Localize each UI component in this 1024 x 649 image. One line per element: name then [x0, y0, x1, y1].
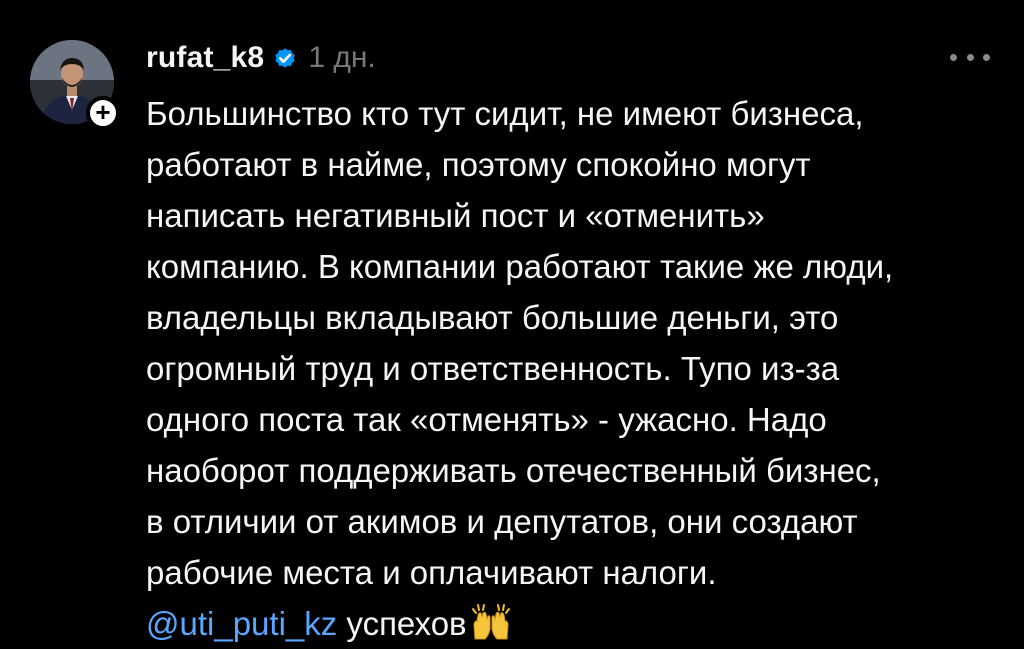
- post-body: Большинство кто тут сидит, не имеют бизн…: [146, 88, 1006, 649]
- post-text-line: работают в найме, поэтому спокойно могут: [146, 146, 811, 183]
- post-text-line: в отличии от акимов и депутатов, они соз…: [146, 503, 858, 540]
- post-last-line: @uti_puti_kz успехов: [146, 598, 1006, 649]
- post-text-line: огромный труд и ответственность. Тупо из…: [146, 350, 840, 387]
- post-text-line: написать негативный пост и «отменить»: [146, 197, 765, 234]
- username[interactable]: rufat_k8: [146, 41, 264, 75]
- post-text-line: наоборот поддерживать отечественный бизн…: [146, 452, 881, 489]
- post-text-line: одного поста так «отменять» - ужасно. На…: [146, 401, 827, 438]
- raising-hands-emoji: [471, 604, 510, 640]
- avatar-container[interactable]: +: [30, 40, 120, 130]
- post-text-line: рабочие места и оплачивают налоги.: [146, 554, 717, 591]
- post-text-tail: успехов: [337, 605, 467, 642]
- post-text-line: владельцы вкладывают большие деньги, это: [146, 299, 839, 336]
- post-text-line: компанию. В компании работают такие же л…: [146, 248, 894, 285]
- mention-link[interactable]: @uti_puti_kz: [146, 605, 337, 642]
- plus-icon: +: [95, 97, 111, 127]
- post-text-line: Большинство кто тут сидит, не имеют бизн…: [146, 95, 864, 132]
- follow-button[interactable]: +: [86, 96, 120, 130]
- more-options-icon[interactable]: [950, 42, 990, 72]
- verified-badge-icon: [275, 48, 295, 68]
- post: + rufat_k8 1 дн. Большинство кто тут сид…: [0, 0, 1024, 644]
- post-time: 1 дн.: [308, 41, 376, 74]
- post-header: rufat_k8 1 дн.: [146, 36, 376, 80]
